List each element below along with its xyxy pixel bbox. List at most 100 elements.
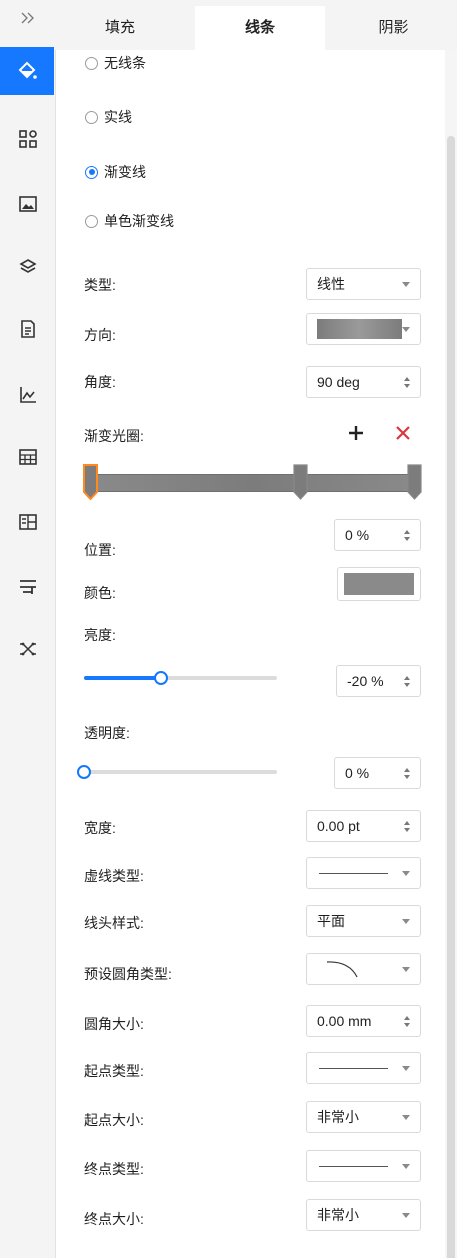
- gradient-stop[interactable]: [293, 464, 308, 500]
- dash-type-select[interactable]: [306, 857, 421, 889]
- sidebar: [0, 0, 56, 1258]
- transparency-slider[interactable]: [77, 765, 277, 779]
- fill-line-panel-button[interactable]: [0, 47, 54, 95]
- delete-stop-button[interactable]: [395, 425, 411, 444]
- transparency-input[interactable]: 0 %: [334, 757, 421, 789]
- width-input[interactable]: 0.00 pt: [306, 810, 421, 842]
- brightness-slider[interactable]: [84, 671, 277, 685]
- cap-style-select[interactable]: 平面: [306, 905, 421, 937]
- brightness-input[interactable]: -20 %: [336, 665, 421, 697]
- scrollbar[interactable]: [445, 50, 457, 1258]
- paint-bucket-icon: [18, 61, 37, 79]
- chevron-double-right-icon: [21, 12, 34, 24]
- spinner-icon[interactable]: [402, 1015, 412, 1027]
- start-size-label: 起点大小:: [84, 1112, 144, 1128]
- shuffle-panel-button[interactable]: [0, 625, 55, 673]
- chevron-down-icon: [402, 1163, 410, 1169]
- type-value: 线性: [317, 276, 345, 292]
- angle-input[interactable]: 90 deg: [306, 366, 421, 398]
- chart-panel-button[interactable]: [0, 371, 55, 419]
- tab-line[interactable]: 线条: [195, 6, 325, 50]
- radio-solid-line[interactable]: 实线: [85, 107, 132, 127]
- slider-knob[interactable]: [154, 671, 169, 685]
- direction-label: 方向:: [84, 327, 116, 343]
- tab-shadow[interactable]: 阴影: [330, 6, 457, 50]
- document-panel-button[interactable]: [0, 305, 55, 353]
- start-size-select[interactable]: 非常小: [306, 1101, 421, 1133]
- radio-label: 单色渐变线: [104, 213, 174, 229]
- position-value: 0 %: [345, 527, 370, 543]
- brightness-label: 亮度:: [84, 627, 116, 643]
- slider-knob[interactable]: [77, 765, 91, 779]
- spinner-icon[interactable]: [402, 675, 412, 687]
- start-size-value: 非常小: [317, 1109, 359, 1125]
- type-select[interactable]: 线性: [306, 268, 421, 300]
- collapse-sidebar-button[interactable]: [0, 0, 55, 36]
- end-size-value: 非常小: [317, 1207, 359, 1223]
- spinner-icon[interactable]: [402, 767, 412, 779]
- gradient-bar[interactable]: [88, 474, 420, 492]
- color-label: 颜色:: [84, 585, 116, 601]
- layers-icon: [18, 259, 37, 273]
- shapes-panel-button[interactable]: [0, 115, 55, 163]
- gradient-stops-label: 渐变光圈:: [84, 428, 144, 444]
- chevron-down-icon: [402, 918, 410, 924]
- solid-line-icon: [319, 1165, 388, 1167]
- table-panel-button[interactable]: [0, 433, 55, 481]
- chevron-down-icon: [402, 326, 410, 332]
- corner-size-value: 0.00 mm: [317, 1013, 372, 1029]
- radio-gradient-line[interactable]: 渐变线: [85, 162, 146, 182]
- position-input[interactable]: 0 %: [334, 519, 421, 551]
- corner-preset-select[interactable]: [306, 953, 421, 985]
- corner-size-input[interactable]: 0.00 mm: [306, 1005, 421, 1037]
- radio-single-gradient-line[interactable]: 单色渐变线: [85, 211, 174, 231]
- color-picker[interactable]: [337, 567, 421, 601]
- type-label: 类型:: [84, 277, 116, 293]
- layers-panel-button[interactable]: [0, 243, 55, 291]
- radio-label: 无线条: [104, 55, 146, 71]
- width-value: 0.00 pt: [317, 818, 360, 834]
- gradient-stop-selected[interactable]: [83, 464, 98, 501]
- rounded-corner-icon: [326, 961, 358, 978]
- end-type-select[interactable]: [306, 1150, 421, 1182]
- add-stop-button[interactable]: [347, 424, 365, 445]
- transparency-label: 透明度:: [84, 725, 130, 741]
- cap-style-value: 平面: [317, 913, 345, 929]
- image-icon: [18, 196, 37, 212]
- radio-circle: [85, 110, 98, 124]
- end-type-label: 终点类型:: [84, 1161, 144, 1177]
- direction-preview: [317, 319, 402, 339]
- radio-label: 实线: [104, 109, 132, 125]
- angle-value: 90 deg: [317, 374, 360, 390]
- tab-fill[interactable]: 填充: [55, 6, 185, 50]
- chevron-down-icon: [402, 1212, 410, 1218]
- image-panel-button[interactable]: [0, 180, 55, 228]
- solid-line-icon: [319, 872, 388, 874]
- page-layout-panel-button[interactable]: [0, 498, 55, 546]
- gradient-stop[interactable]: [407, 464, 422, 500]
- chevron-down-icon: [402, 281, 410, 287]
- presentation-panel-button[interactable]: [0, 563, 55, 611]
- dash-type-label: 虚线类型:: [84, 868, 144, 884]
- radio-no-line[interactable]: 无线条: [85, 53, 146, 73]
- scrollbar-thumb[interactable]: [447, 136, 455, 1258]
- spinner-icon[interactable]: [402, 529, 412, 541]
- corner-preset-label: 预设圆角类型:: [84, 966, 172, 982]
- spinner-icon[interactable]: [402, 820, 412, 832]
- direction-select[interactable]: [306, 313, 421, 345]
- table-icon: [18, 449, 37, 465]
- radio-circle-selected: [85, 165, 98, 179]
- spinner-icon[interactable]: [402, 376, 412, 388]
- chevron-down-icon: [402, 966, 410, 972]
- radio-label: 渐变线: [104, 164, 146, 180]
- shuffle-icon: [19, 642, 36, 656]
- start-type-select[interactable]: [306, 1052, 421, 1084]
- end-size-select[interactable]: 非常小: [306, 1199, 421, 1231]
- shapes-grid-icon: [18, 130, 37, 148]
- properties-panel: 填充 线条 阴影 无线条 实线 渐变线 单色渐变线 类型: 线性 方向: 角度:…: [55, 0, 457, 1258]
- presentation-icon: [19, 580, 36, 594]
- angle-label: 角度:: [84, 374, 116, 390]
- position-label: 位置:: [84, 542, 116, 558]
- chevron-down-icon: [402, 870, 410, 876]
- page-layout-icon: [18, 514, 37, 530]
